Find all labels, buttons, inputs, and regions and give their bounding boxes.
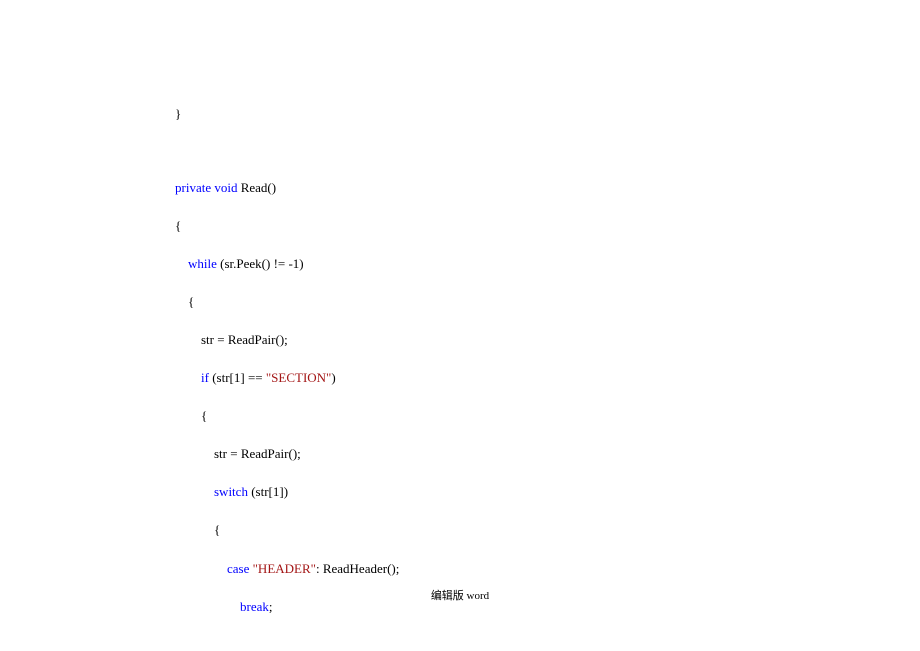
code-line: str = ReadPair(); [149,332,920,348]
indent [149,370,201,385]
footer-text: 编辑版 word [431,590,489,602]
code-line: } [149,106,920,122]
code-text: { [149,522,220,537]
code-text: ) [331,370,335,385]
code-line: { [149,294,920,310]
indent [149,180,175,195]
code-text: str = ReadPair(); [149,332,288,347]
code-line: switch (str[1]) [149,484,920,500]
indent [149,484,214,499]
code-line: { [149,218,920,234]
page-footer: 编辑版 word [0,587,920,603]
code-text: (str[1]) [248,484,288,499]
string-literal: "HEADER" [253,561,316,576]
code-line: while (sr.Peek() != -1) [149,256,920,272]
code-text: { [149,218,181,233]
code-text: } [149,106,181,121]
code-line: { [149,408,920,424]
keyword-switch: switch [214,484,248,499]
keyword-case: case [227,561,249,576]
code-text: Read() [237,180,276,195]
keyword-while: while [188,256,217,271]
string-literal: "SECTION" [266,370,332,385]
keyword-private: private [175,180,211,195]
code-line: if (str[1] == "SECTION") [149,370,920,386]
code-line: { [149,522,920,538]
indent [149,561,227,576]
code-text: { [149,408,207,423]
code-text: : ReadHeader(); [316,561,399,576]
code-line: case "HEADER": ReadHeader(); [149,561,920,577]
code-text: { [149,294,194,309]
indent [149,256,188,271]
code-text: (sr.Peek() != -1) [217,256,304,271]
code-line: private void Read() [149,180,920,196]
code-line: str = ReadPair(); [149,446,920,462]
blank-line [149,144,920,157]
code-block: } private void Read() { while (sr.Peek()… [0,0,920,614]
code-text: (str[1] == [209,370,266,385]
keyword-void: void [214,180,237,195]
keyword-if: if [201,370,209,385]
code-text: str = ReadPair(); [149,446,301,461]
